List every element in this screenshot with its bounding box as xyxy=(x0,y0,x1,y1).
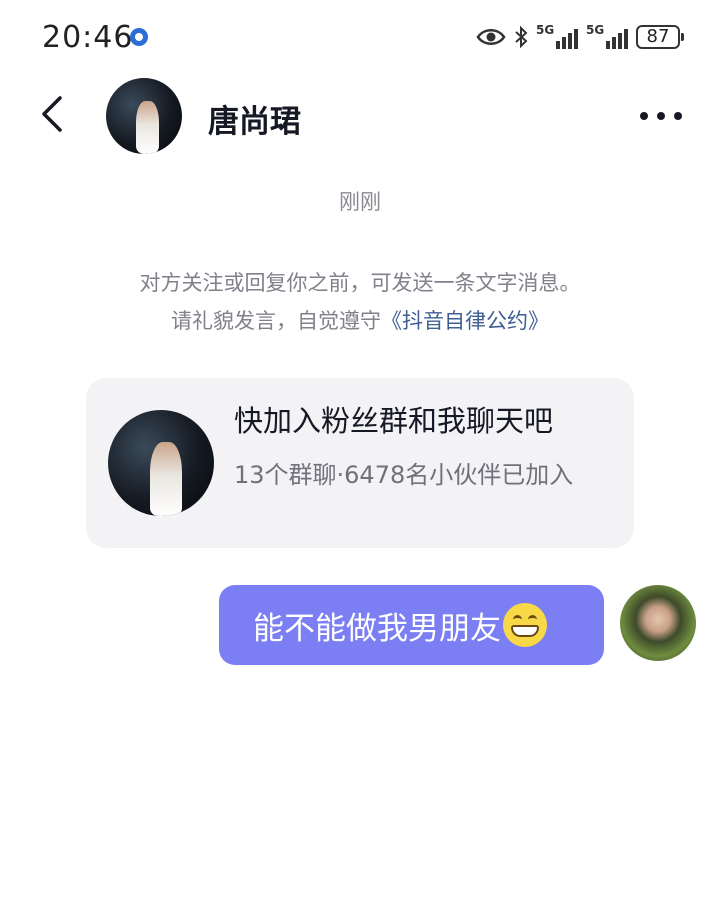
signal-icon: 5G xyxy=(586,23,628,49)
group-avatar xyxy=(108,410,214,516)
clock: 20:46 xyxy=(42,20,134,55)
battery-icon: 87 xyxy=(636,25,684,49)
grin-emoji-icon xyxy=(503,603,547,647)
contact-name[interactable]: 唐尚珺 xyxy=(208,96,301,141)
message-timestamp: 刚刚 xyxy=(339,190,381,214)
sent-message-text: 能不能做我男朋友 xyxy=(253,610,501,647)
more-dots-icon[interactable] xyxy=(640,112,682,120)
status-bar: 20:46 5G 5G 87 xyxy=(0,0,720,74)
chevron-left-icon[interactable] xyxy=(38,94,68,134)
location-icon xyxy=(130,28,148,46)
notice-prefix: 请礼貌发言，自觉遵守 xyxy=(171,309,381,333)
notice-line-1: 对方关注或回复你之前，可发送一条文字消息。 xyxy=(139,271,581,295)
community-guidelines-link[interactable]: 《抖音自律公约》 xyxy=(381,309,549,333)
signal-icon: 5G xyxy=(536,23,578,49)
contact-avatar[interactable] xyxy=(106,78,182,154)
notice-line-2: 请礼貌发言，自觉遵守《抖音自律公约》 xyxy=(0,302,720,340)
system-notice: 对方关注或回复你之前，可发送一条文字消息。 请礼貌发言，自觉遵守《抖音自律公约》 xyxy=(0,264,720,340)
my-avatar[interactable] xyxy=(620,585,696,661)
sent-message-bubble[interactable]: 能不能做我男朋友 xyxy=(219,585,604,665)
bluetooth-icon xyxy=(515,25,528,49)
battery-level: 87 xyxy=(646,26,670,47)
fan-group-card[interactable]: 快加入粉丝群和我聊天吧 13个群聊·6478名小伙伴已加入 xyxy=(86,378,634,548)
chat-header: 唐尚珺 xyxy=(0,74,720,158)
eye-icon xyxy=(476,29,506,45)
status-icons: 5G 5G 87 xyxy=(476,22,684,52)
group-card-title: 快加入粉丝群和我聊天吧 xyxy=(234,404,554,438)
group-card-subtitle: 13个群聊·6478名小伙伴已加入 xyxy=(234,461,574,489)
